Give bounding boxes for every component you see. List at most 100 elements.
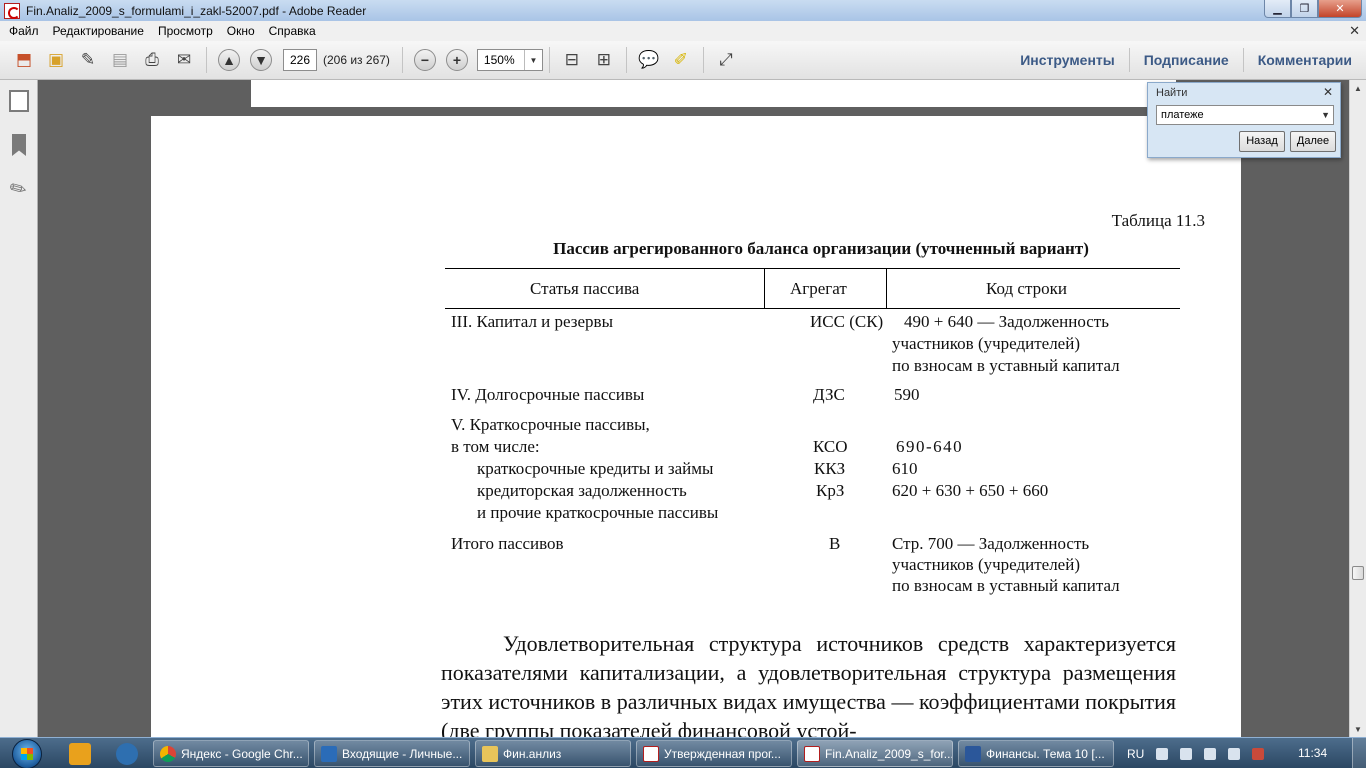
toolbar-separator: [206, 47, 207, 73]
taskbar-item-label: Яндекс - Google Chr...: [181, 746, 303, 761]
paragraph-text: Удовлетворительная структура источников …: [441, 631, 1176, 737]
header-aggregate: Агрегат: [790, 279, 847, 298]
tab-tools[interactable]: Инструменты: [1006, 48, 1129, 72]
row-code: 590: [894, 385, 920, 404]
chevron-down-icon[interactable]: ▼: [1321, 106, 1330, 124]
taskbar-item-outlook[interactable]: Входящие - Личные...: [314, 740, 470, 767]
body-paragraph: Удовлетворительная структура источников …: [441, 629, 1176, 737]
row-article: и прочие краткосрочные пассивы: [477, 503, 719, 522]
media-player-icon[interactable]: [69, 743, 91, 765]
row-aggregate: ИСС (СК): [810, 312, 884, 331]
tab-sign[interactable]: Подписание: [1128, 48, 1243, 72]
taskbar-item-word[interactable]: Финансы. Тема 10 [...: [958, 740, 1114, 767]
navigation-panel: ✎: [0, 80, 38, 737]
row-code: по взносам в уставный капитал: [892, 356, 1120, 375]
header-article: Статья пассива: [530, 279, 640, 298]
task-panes: Инструменты Подписание Комментарии: [1006, 41, 1366, 79]
taskbar-item-folder[interactable]: Фин.анлиз: [475, 740, 631, 767]
clock[interactable]: 11:34: [1298, 746, 1327, 760]
page-number-input[interactable]: 226: [283, 49, 317, 71]
tab-comments[interactable]: Комментарии: [1242, 48, 1366, 72]
vertical-scrollbar[interactable]: ▲ ▼: [1349, 80, 1366, 737]
row-code: участников (учредителей): [892, 334, 1080, 353]
zoom-in-button[interactable]: +: [445, 49, 468, 71]
table-title: Пассив агрегированного баланса организац…: [553, 239, 1089, 258]
maximize-button[interactable]: ❐: [1291, 0, 1318, 18]
row-aggregate: ДЗС: [813, 385, 845, 404]
table-top-rule: [445, 268, 1180, 269]
taskbar-item-label: Входящие - Личные...: [342, 746, 463, 761]
find-next-button[interactable]: Далее: [1290, 131, 1336, 152]
open-file-icon[interactable]: ▣: [42, 46, 70, 74]
minimize-button[interactable]: ▁: [1264, 0, 1291, 18]
show-desktop-button[interactable]: [1352, 738, 1366, 768]
row-aggregate: КрЗ: [816, 481, 845, 500]
expand-icon[interactable]: ⤢: [712, 46, 740, 74]
zoom-value: 150%: [483, 53, 515, 67]
fit-page-icon[interactable]: ⊟: [558, 46, 586, 74]
print-icon[interactable]: ⎙: [138, 46, 166, 74]
page-thumbnails-icon[interactable]: [9, 90, 29, 112]
highlight-icon[interactable]: ✐: [667, 46, 695, 74]
menu-edit[interactable]: Редактирование: [46, 24, 151, 38]
row-code: Стр. 700 — Задолженность: [892, 534, 1090, 553]
help-icon[interactable]: [1156, 747, 1169, 760]
battery-icon[interactable]: [1228, 747, 1241, 760]
row-article: Итого пассивов: [451, 534, 564, 553]
row-code: 620 + 630 + 650 + 660: [892, 481, 1049, 500]
taskbar-item-pdf-active[interactable]: Fin.Analiz_2009_s_for...: [797, 740, 953, 767]
table-number: Таблица 11.3: [1111, 211, 1205, 230]
network-icon[interactable]: [116, 743, 138, 765]
language-indicator[interactable]: RU: [1127, 747, 1144, 761]
edit-icon[interactable]: ✎: [74, 46, 102, 74]
scroll-thumb[interactable]: [1352, 566, 1364, 580]
zoom-select[interactable]: 150% ▼: [476, 49, 543, 71]
comment-icon[interactable]: 💬: [635, 46, 663, 74]
row-aggregate: ККЗ: [814, 459, 846, 478]
bookmark-icon[interactable]: [12, 134, 26, 156]
email-icon[interactable]: ✉: [170, 46, 198, 74]
attachment-icon[interactable]: ✎: [5, 172, 33, 203]
toolbar-separator: [401, 47, 403, 73]
volume-muted-icon[interactable]: [1252, 747, 1265, 760]
toolbar-separator: [548, 47, 550, 73]
pdf-icon: [804, 745, 820, 762]
column-divider: [886, 268, 887, 308]
find-close-icon[interactable]: ✕: [1323, 85, 1333, 99]
zoom-out-button[interactable]: −: [413, 49, 436, 71]
toolbar: ⬒ ▣ ✎ ▤ ⎙ ✉ ▲ ▼ 226 (206 из 267) − + 150…: [0, 41, 1366, 80]
fit-width-icon[interactable]: ⊞: [590, 46, 618, 74]
start-button[interactable]: [6, 738, 48, 768]
next-page-button[interactable]: ▼: [250, 49, 272, 71]
system-tray: RU: [1120, 738, 1265, 768]
flag-icon[interactable]: [1180, 747, 1193, 760]
taskbar-item-chrome[interactable]: Яндекс - Google Chr...: [153, 740, 309, 767]
header-code: Код строки: [986, 279, 1067, 298]
row-code: участников (учредителей): [892, 555, 1080, 574]
folder-icon: [482, 745, 498, 762]
close-document-icon[interactable]: ✕: [1349, 23, 1360, 39]
column-divider: [764, 268, 765, 308]
menu-help[interactable]: Справка: [262, 24, 323, 38]
taskbar-item-label: Утвержденная прог...: [664, 746, 781, 761]
taskbar-item-pdf[interactable]: Утвержденная прог...: [636, 740, 792, 767]
previous-page-button[interactable]: ▲: [218, 49, 240, 71]
row-article: V. Краткосрочные пассивы,: [451, 415, 650, 434]
save-icon[interactable]: ▤: [106, 46, 134, 74]
menu-window[interactable]: Окно: [220, 24, 262, 38]
row-article: III. Капитал и резервы: [451, 312, 613, 331]
find-input[interactable]: платеже ▼: [1156, 105, 1334, 125]
create-pdf-icon[interactable]: ⬒: [10, 46, 38, 74]
scroll-down-icon[interactable]: ▼: [1350, 721, 1366, 737]
window-title: Fin.Analiz_2009_s_formulami_i_zakl-52007…: [26, 3, 367, 18]
document-area[interactable]: Таблица 11.3 Пассив агрегированного бала…: [39, 80, 1349, 737]
row-article: в том числе:: [451, 437, 540, 456]
close-button[interactable]: ✕: [1318, 0, 1362, 18]
signal-icon[interactable]: [1204, 747, 1217, 760]
menu-view[interactable]: Просмотр: [151, 24, 220, 38]
find-back-button[interactable]: Назад: [1239, 131, 1285, 152]
menu-file[interactable]: Файл: [2, 24, 46, 38]
pdf-icon: [643, 745, 659, 762]
scroll-up-icon[interactable]: ▲: [1350, 80, 1366, 96]
title-bar: Fin.Analiz_2009_s_formulami_i_zakl-52007…: [0, 0, 1366, 21]
